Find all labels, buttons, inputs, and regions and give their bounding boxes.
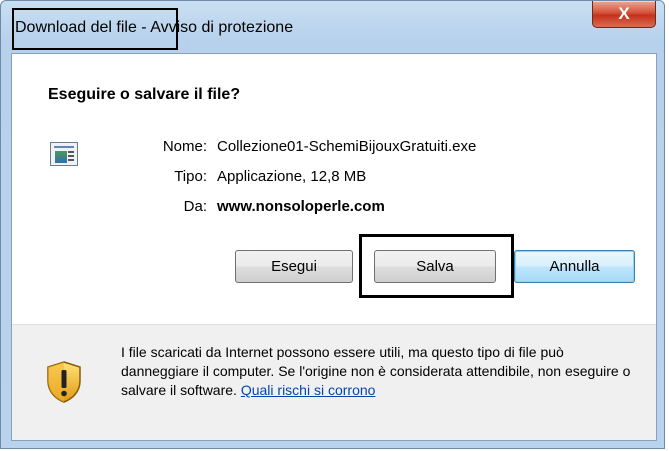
from-label: Da: bbox=[183, 198, 207, 215]
close-icon: X bbox=[618, 4, 630, 23]
title-highlight-box bbox=[12, 8, 178, 50]
type-value: Applicazione, 12,8 MB bbox=[217, 168, 367, 185]
security-shield-icon bbox=[47, 361, 81, 403]
name-label: Nome: bbox=[162, 138, 207, 155]
name-value: Collezione01-SchemiBijouxGratuiti.exe bbox=[217, 138, 477, 155]
cancel-button[interactable]: Annulla bbox=[514, 250, 635, 283]
security-warning-dialog: Download del file - Avviso di protezione… bbox=[0, 0, 665, 449]
type-label: Tipo: bbox=[174, 168, 207, 185]
dialog-heading: Eseguire o salvare il file? bbox=[48, 86, 241, 103]
application-file-icon bbox=[50, 142, 78, 166]
risks-link[interactable]: Quali rischi si corrono bbox=[241, 382, 376, 398]
warning-message: I file scaricati da Internet possono ess… bbox=[121, 344, 631, 398]
dialog-body: Eseguire o salvare il file? Nome: Collez… bbox=[11, 53, 657, 441]
run-button[interactable]: Esegui bbox=[235, 250, 353, 283]
save-highlight-box bbox=[359, 234, 514, 298]
warning-text: I file scaricati da Internet possono ess… bbox=[121, 343, 641, 400]
from-value: www.nonsoloperle.com bbox=[217, 198, 385, 215]
close-button[interactable]: X bbox=[592, 1, 656, 28]
title-bar[interactable]: Download del file - Avviso di protezione… bbox=[1, 1, 664, 53]
